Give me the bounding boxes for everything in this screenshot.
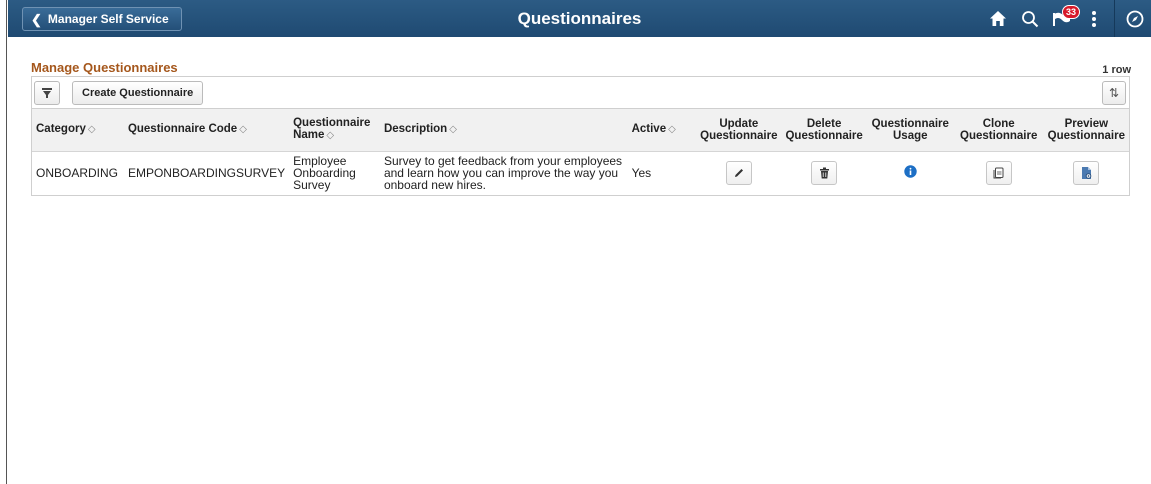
sort-icon: ◇ [326,130,335,142]
clone-questionnaire-button[interactable] [985,160,1012,185]
actions-menu-icon[interactable] [1078,0,1110,37]
table-header-row: Category ◇ Questionnaire Code ◇ Questionna… [32,109,1129,151]
create-questionnaire-button[interactable]: Create Questionnaire [72,81,204,105]
column-header-description[interactable]: Description ◇ [380,109,628,151]
clone-icon [993,167,1004,179]
questionnaire-table: Category ◇ Questionnaire Code ◇ Questionna… [32,109,1129,194]
sort-arrows-icon: ⇅ [1108,86,1120,100]
sort-icon: ◇ [239,124,247,136]
questionnaire-usage-info-button[interactable] [904,165,917,180]
sort-button[interactable]: ⇅ [1102,81,1126,105]
update-questionnaire-button[interactable] [725,160,752,185]
cell-preview [1044,151,1129,194]
column-header-clone: Clone Questionnaire [960,117,1038,142]
table-row: ONBOARDING EMPONBOARDINGSURVEY Employee O… [32,151,1129,194]
grid-toolbar: Create Questionnaire ⇅ [32,77,1129,109]
cell-active: Yes [631,165,652,180]
top-banner: ❮ Manager Self Service Questionnaires 33 [8,0,1151,37]
back-button-label: Manager Self Service [47,12,169,26]
filter-icon [42,88,52,98]
sort-icon: ◇ [87,124,96,136]
cell-category: ONBOARDING [36,165,119,180]
filter-button[interactable] [34,81,60,105]
row-count: 1 row [1102,64,1131,76]
cell-delete [781,151,866,194]
notification-flag-icon[interactable]: 33 [1046,0,1081,37]
preview-document-icon [1081,166,1092,179]
search-icon[interactable] [1014,0,1046,37]
left-frame-border [0,0,7,484]
column-header-delete: Delete Questionnaire [785,117,863,142]
navbar-icon[interactable] [1119,0,1151,37]
column-header-code[interactable]: Questionnaire Code ◇ [124,109,289,151]
sort-icon: ◇ [449,124,457,136]
chevron-left-icon: ❮ [31,11,42,27]
cell-description: Survey to get feedback from your employe… [383,153,623,192]
trash-icon [819,167,829,179]
column-header-active[interactable]: Active ◇ [628,109,697,151]
header-divider [1114,0,1115,37]
cell-name: Employee Onboarding Survey [293,153,356,192]
cell-code: EMPONBOARDINGSURVEY [127,165,286,180]
pencil-icon [734,168,743,177]
column-header-update: Update Questionnaire [700,117,778,142]
cell-update [696,151,781,194]
back-button[interactable]: ❮ Manager Self Service [22,7,182,31]
delete-questionnaire-button[interactable] [811,160,838,185]
column-header-category[interactable]: Category ◇ [32,109,124,151]
home-icon[interactable] [982,0,1014,37]
cell-clone [954,151,1044,194]
column-header-preview: Preview Questionnaire [1047,117,1125,142]
info-icon [904,165,917,178]
header-actions: 33 [982,0,1151,37]
preview-questionnaire-button[interactable] [1073,160,1100,185]
sort-icon: ◇ [668,124,676,136]
column-header-name[interactable]: Questionnaire Name ◇ [289,109,380,151]
cell-usage [867,151,954,194]
questionnaire-grid: Create Questionnaire ⇅ Category ◇ Questio… [31,76,1130,196]
section-title: Manage Questionnaires [31,60,178,75]
column-header-usage: Questionnaire Usage [871,117,949,142]
